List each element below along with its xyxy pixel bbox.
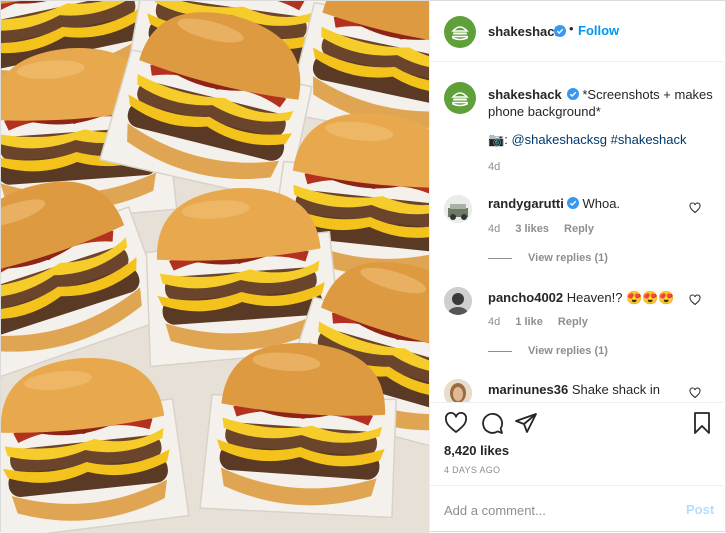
comments-list[interactable]: shakeshack *Screenshots + makes phone ba… bbox=[430, 63, 726, 402]
caption-author-avatar[interactable] bbox=[444, 82, 476, 114]
comment-input[interactable] bbox=[444, 500, 664, 520]
burger-logo-icon bbox=[451, 92, 469, 107]
view-replies-line bbox=[488, 257, 512, 259]
heart-icon[interactable] bbox=[444, 411, 468, 435]
header-separator: • bbox=[569, 21, 574, 36]
commenter-avatar[interactable] bbox=[444, 379, 472, 402]
view-replies-button[interactable]: View replies (1) bbox=[488, 252, 608, 264]
comment-like-heart-icon[interactable] bbox=[689, 294, 701, 306]
caption-tags: 📷: @shakeshacksg #shakeshack bbox=[488, 131, 687, 148]
shakeshack-avatar[interactable] bbox=[444, 16, 476, 48]
comment-username[interactable]: pancho4002 bbox=[488, 290, 563, 305]
view-replies-label: View replies (1) bbox=[528, 252, 608, 264]
hashtag-link[interactable]: #shakeshack bbox=[611, 132, 687, 147]
reply-button[interactable]: Reply bbox=[564, 223, 594, 235]
caption-timestamp[interactable]: 4d bbox=[488, 161, 500, 173]
reply-button[interactable]: Reply bbox=[558, 316, 588, 328]
comment-like-heart-icon[interactable] bbox=[689, 202, 701, 214]
comment-username[interactable]: marinunes36 bbox=[488, 382, 568, 397]
comment-body: randygarutti Whoa. bbox=[488, 195, 620, 212]
mention-link[interactable]: @shakeshacksg bbox=[511, 132, 607, 147]
view-replies-line bbox=[488, 350, 512, 352]
post-actions: 8,420 likes 4 DAYS AGO bbox=[430, 402, 726, 485]
likes-count[interactable]: 8,420 likes bbox=[444, 443, 509, 458]
commenter-avatar[interactable] bbox=[444, 287, 472, 315]
commenter-avatar[interactable] bbox=[444, 195, 472, 223]
follow-button[interactable]: Follow bbox=[578, 23, 619, 38]
caption-author-username[interactable]: shakeshack bbox=[488, 87, 562, 102]
comment-like-heart-icon[interactable] bbox=[689, 387, 701, 399]
post-comment-button[interactable]: Post bbox=[686, 502, 714, 517]
comment-meta: 4d 1 like Reply bbox=[488, 316, 600, 328]
comment-text: Heaven!? 😍😍😍 bbox=[566, 290, 675, 305]
post-caption: shakeshack *Screenshots + makes phone ba… bbox=[488, 86, 713, 120]
post-header: shakeshack • Follow bbox=[430, 1, 726, 62]
post-side-panel: shakeshack • Follow shakeshack *Screensh… bbox=[429, 1, 726, 533]
bookmark-icon[interactable] bbox=[690, 411, 714, 435]
post-date[interactable]: 4 DAYS AGO bbox=[444, 465, 500, 475]
comment-icon[interactable] bbox=[480, 411, 504, 435]
comment-text: Shake shack in bbox=[571, 382, 660, 397]
comment-body: pancho4002 Heaven!? 😍😍😍 bbox=[488, 289, 675, 306]
verified-badge-icon bbox=[566, 88, 579, 100]
comment-likes[interactable]: 1 like bbox=[515, 316, 543, 328]
view-replies-label: View replies (1) bbox=[528, 345, 608, 357]
verified-badge-icon bbox=[554, 25, 566, 37]
comment-username[interactable]: randygarutti bbox=[488, 196, 564, 211]
post-photo[interactable] bbox=[1, 1, 429, 533]
verified-badge-icon bbox=[566, 197, 579, 209]
paper-plane-icon[interactable] bbox=[514, 411, 538, 435]
burger-photo-image bbox=[1, 1, 429, 533]
comment-time[interactable]: 4d bbox=[488, 223, 500, 235]
view-replies-button[interactable]: View replies (1) bbox=[488, 345, 608, 357]
comment-meta: 4d 3 likes Reply bbox=[488, 223, 606, 235]
comment-text: Whoa. bbox=[582, 196, 621, 211]
burger-logo-icon bbox=[451, 26, 469, 41]
post-author-username[interactable]: shakeshack bbox=[488, 24, 562, 39]
avatar-photo-icon bbox=[444, 287, 472, 315]
comment-time[interactable]: 4d bbox=[488, 316, 500, 328]
comment-likes[interactable]: 3 likes bbox=[515, 223, 549, 235]
avatar-photo-icon bbox=[444, 379, 472, 402]
avatar-photo-icon bbox=[444, 195, 472, 223]
caption-colon: : bbox=[504, 132, 508, 147]
comment-body: marinunes36 Shake shack in bbox=[488, 381, 660, 398]
add-comment-bar: Post bbox=[430, 485, 726, 533]
instagram-post: shakeshack • Follow shakeshack *Screensh… bbox=[0, 0, 726, 533]
camera-emoji-icon: 📷 bbox=[488, 132, 505, 147]
